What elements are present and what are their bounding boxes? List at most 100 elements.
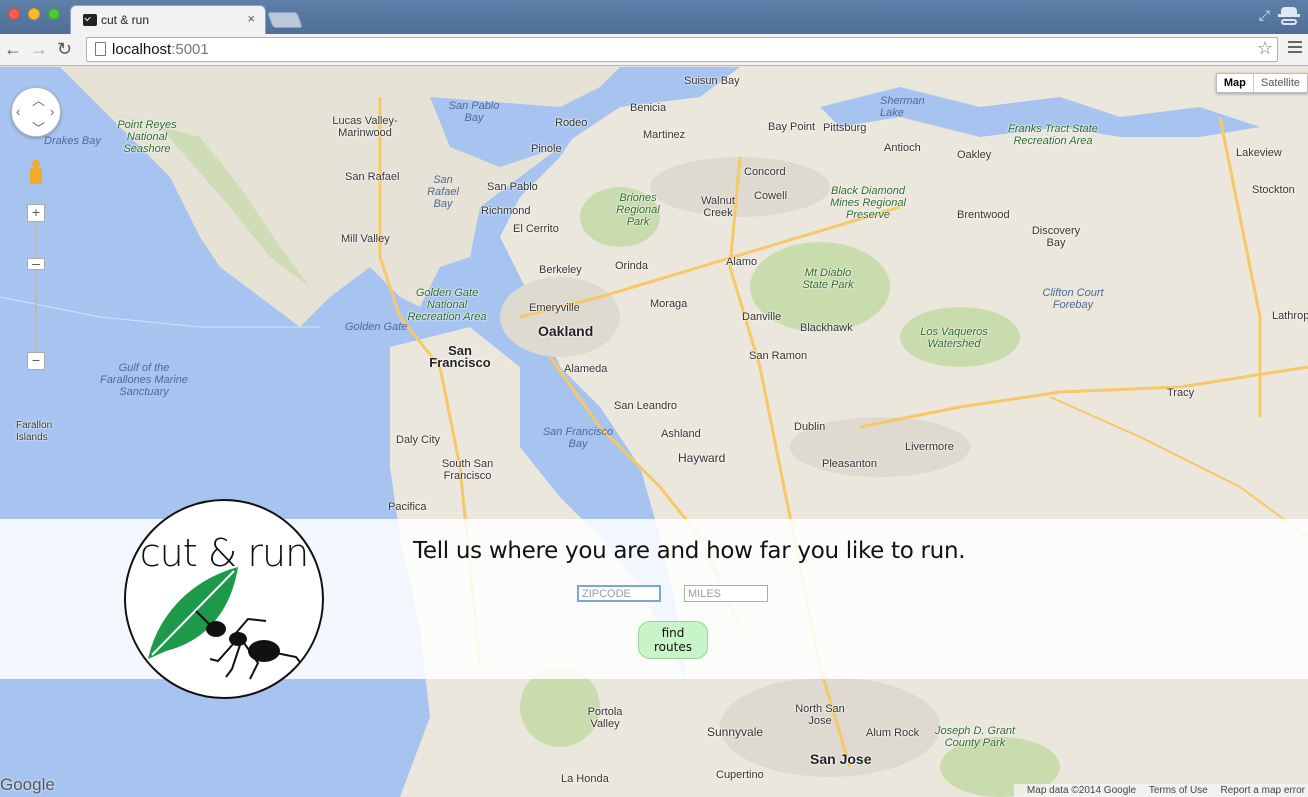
map-label: Sherman Lake: [880, 95, 925, 119]
map-label: San Jose: [810, 751, 872, 767]
map-label: South San Francisco: [441, 458, 494, 482]
miles-input[interactable]: [684, 585, 768, 602]
map-label: Rodeo: [555, 117, 588, 129]
cut-and-run-logo: cut & run: [124, 499, 324, 699]
incognito-icon: [1278, 4, 1300, 28]
map-label: Benicia: [630, 102, 667, 114]
map-label: San Pablo Bay: [448, 100, 500, 124]
pan-control[interactable]: ︿ ﹀ ‹ ›: [11, 87, 61, 137]
zoom-slider-track[interactable]: [35, 212, 37, 362]
map-label: San Pablo: [487, 181, 538, 193]
menu-icon[interactable]: [1288, 41, 1302, 56]
map-label: La Honda: [561, 773, 609, 785]
map-label: Golden Gate National Recreation Area: [407, 287, 487, 323]
map-attribution: Map data ©2014 Google Terms of Use Repor…: [1013, 784, 1308, 797]
map-label: Concord: [744, 166, 786, 178]
map-label: Golden Gate: [345, 321, 408, 333]
map-label: San Francisco: [429, 343, 491, 370]
map-label: Stockton: [1252, 184, 1295, 196]
map-label: Brentwood: [957, 209, 1010, 221]
url-text: localhost:5001: [112, 41, 209, 58]
ant-leaf-icon: [148, 567, 305, 680]
map-label: Black Diamond Mines Regional Preserve: [830, 185, 906, 221]
map-label: Clifton Court Forebay: [1042, 287, 1104, 311]
map-label: Suisun Bay: [684, 75, 740, 87]
map-label: Lathrop: [1272, 310, 1308, 322]
map-data-credit: Map data ©2014 Google: [1026, 785, 1137, 796]
map-label: Drakes Bay: [44, 135, 101, 147]
browser-tab[interactable]: cut & run ×: [70, 5, 266, 34]
map-type-satellite-button[interactable]: Satellite: [1254, 74, 1307, 92]
address-bar[interactable]: localhost:5001 ☆: [86, 37, 1278, 62]
map-label: Alamo: [726, 256, 758, 268]
forward-button[interactable]: →: [30, 39, 48, 59]
map-label: Hayward: [678, 451, 726, 465]
map-label: Mill Valley: [341, 233, 390, 245]
map-label: Gulf of the Farallones Marine Sanctuary: [99, 362, 189, 398]
new-tab-button[interactable]: [267, 12, 303, 28]
map-label: Danville: [742, 311, 782, 323]
map-label: Point Reyes National Seashore: [117, 119, 177, 155]
map-label: Tracy: [1167, 387, 1195, 399]
map-label: Cowell: [754, 190, 788, 202]
window-minimize-button[interactable]: [28, 8, 40, 20]
map-label: Moraga: [650, 298, 688, 310]
map-label: Pacifica: [388, 501, 427, 513]
map-label: Alameda: [564, 363, 608, 375]
map-label: Pittsburg: [823, 122, 867, 134]
map-label: Franks Tract State Recreation Area: [1008, 123, 1098, 147]
zoom-out-button[interactable]: −: [27, 352, 45, 370]
map-label: Orinda: [615, 260, 649, 272]
map-label: Martinez: [643, 129, 686, 141]
map-label: Oakland: [538, 323, 594, 339]
map-label: Oakley: [957, 149, 992, 161]
map-label: Farallon Islands: [16, 420, 53, 443]
pan-right-icon[interactable]: ›: [50, 104, 54, 119]
report-error-link[interactable]: Report a map error: [1221, 785, 1305, 796]
zoom-in-button[interactable]: +: [27, 204, 45, 222]
map-label: Richmond: [481, 205, 531, 217]
map-label: Alum Rock: [866, 727, 920, 739]
map-label: San Leandro: [614, 400, 677, 412]
map-label: Livermore: [905, 441, 954, 453]
tab-close-icon[interactable]: ×: [247, 11, 255, 26]
map-label: Discovery Bay: [1031, 225, 1081, 249]
zipcode-input[interactable]: [577, 585, 661, 602]
map-label: Pinole: [531, 143, 562, 155]
pan-down-icon[interactable]: ﹀: [32, 118, 45, 137]
fullscreen-icon[interactable]: ⤢: [1259, 7, 1270, 24]
map-type-control: Map Satellite: [1215, 73, 1308, 93]
headline: Tell us where you are and how far you li…: [413, 538, 966, 564]
zoom-slider-handle[interactable]: –: [27, 256, 45, 270]
back-button[interactable]: ←: [4, 39, 22, 59]
map-label: Walnut Creek: [701, 195, 735, 219]
map-label: Daly City: [396, 434, 441, 446]
bookmark-star-icon[interactable]: ☆: [1257, 38, 1273, 59]
map-label: Blackhawk: [800, 322, 853, 334]
map-label: Sunnyvale: [707, 725, 764, 739]
map-label: Berkeley: [539, 264, 582, 276]
google-logo: Google: [0, 775, 55, 794]
map-label: Antioch: [884, 142, 921, 154]
page-icon: [95, 42, 106, 56]
map-type-map-button[interactable]: Map: [1217, 74, 1254, 92]
map-label: Los Vaqueros Watershed: [920, 326, 988, 350]
map-label: Lucas Valley-Marinwood: [332, 115, 398, 139]
map-label: Dublin: [794, 421, 826, 433]
terminal-favicon-icon: [83, 14, 97, 26]
browser-toolbar: ← → ↻ localhost:5001 ☆: [0, 34, 1308, 66]
map-label: Bay Point: [768, 121, 816, 133]
map-label: Pleasanton: [822, 458, 878, 470]
map-label: Portola Valley: [587, 706, 623, 730]
map-label: Cupertino: [716, 769, 764, 781]
pan-left-icon[interactable]: ‹: [16, 104, 20, 119]
tab-title: cut & run: [101, 13, 150, 27]
pan-up-icon[interactable]: ︿: [32, 90, 45, 109]
terms-of-use-link[interactable]: Terms of Use: [1149, 785, 1208, 796]
street-view-pegman-icon[interactable]: [28, 160, 44, 190]
browser-tabstrip: cut & run × ⤢: [0, 0, 1308, 34]
window-maximize-button[interactable]: [48, 8, 60, 20]
reload-button[interactable]: ↻: [57, 39, 72, 59]
window-close-button[interactable]: [8, 8, 20, 20]
find-routes-button[interactable]: find routes: [638, 621, 708, 659]
